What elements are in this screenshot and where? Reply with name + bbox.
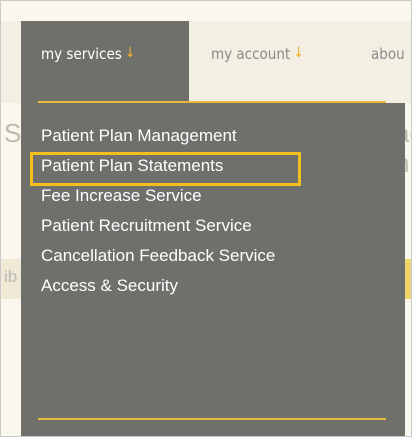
tab-my-account[interactable]: my account ↓ (211, 21, 304, 103)
menu-item-patient-plan-statements[interactable]: Patient Plan Statements (21, 151, 275, 181)
tab-label: my account (211, 45, 291, 63)
tab-label: my services (41, 45, 122, 63)
menu-divider (38, 418, 386, 420)
tab-about[interactable]: abou (371, 21, 405, 103)
menu-item-access-security[interactable]: Access & Security (21, 271, 275, 301)
background-text-fragment: ib (4, 267, 18, 286)
services-dropdown-menu: Patient Plan Management Patient Plan Sta… (21, 101, 405, 436)
page-frame: S ac n ib ns my services ↓ my account ↓ … (0, 0, 412, 437)
chevron-down-icon: ↓ (124, 45, 136, 61)
menu-divider (38, 101, 386, 103)
dropdown-menu-list: Patient Plan Management Patient Plan Sta… (21, 121, 275, 301)
menu-item-patient-recruitment-service[interactable]: Patient Recruitment Service (21, 211, 275, 241)
menu-item-cancellation-feedback-service[interactable]: Cancellation Feedback Service (21, 241, 275, 271)
menu-item-patient-plan-management[interactable]: Patient Plan Management (21, 121, 275, 151)
background-accent-strip (405, 259, 411, 299)
menu-item-fee-increase-service[interactable]: Fee Increase Service (21, 181, 275, 211)
chevron-down-icon: ↓ (293, 45, 304, 61)
background-text-fragment: S (4, 118, 22, 148)
tab-label: abou (371, 45, 405, 63)
tab-my-services[interactable]: my services ↓ (21, 21, 189, 103)
